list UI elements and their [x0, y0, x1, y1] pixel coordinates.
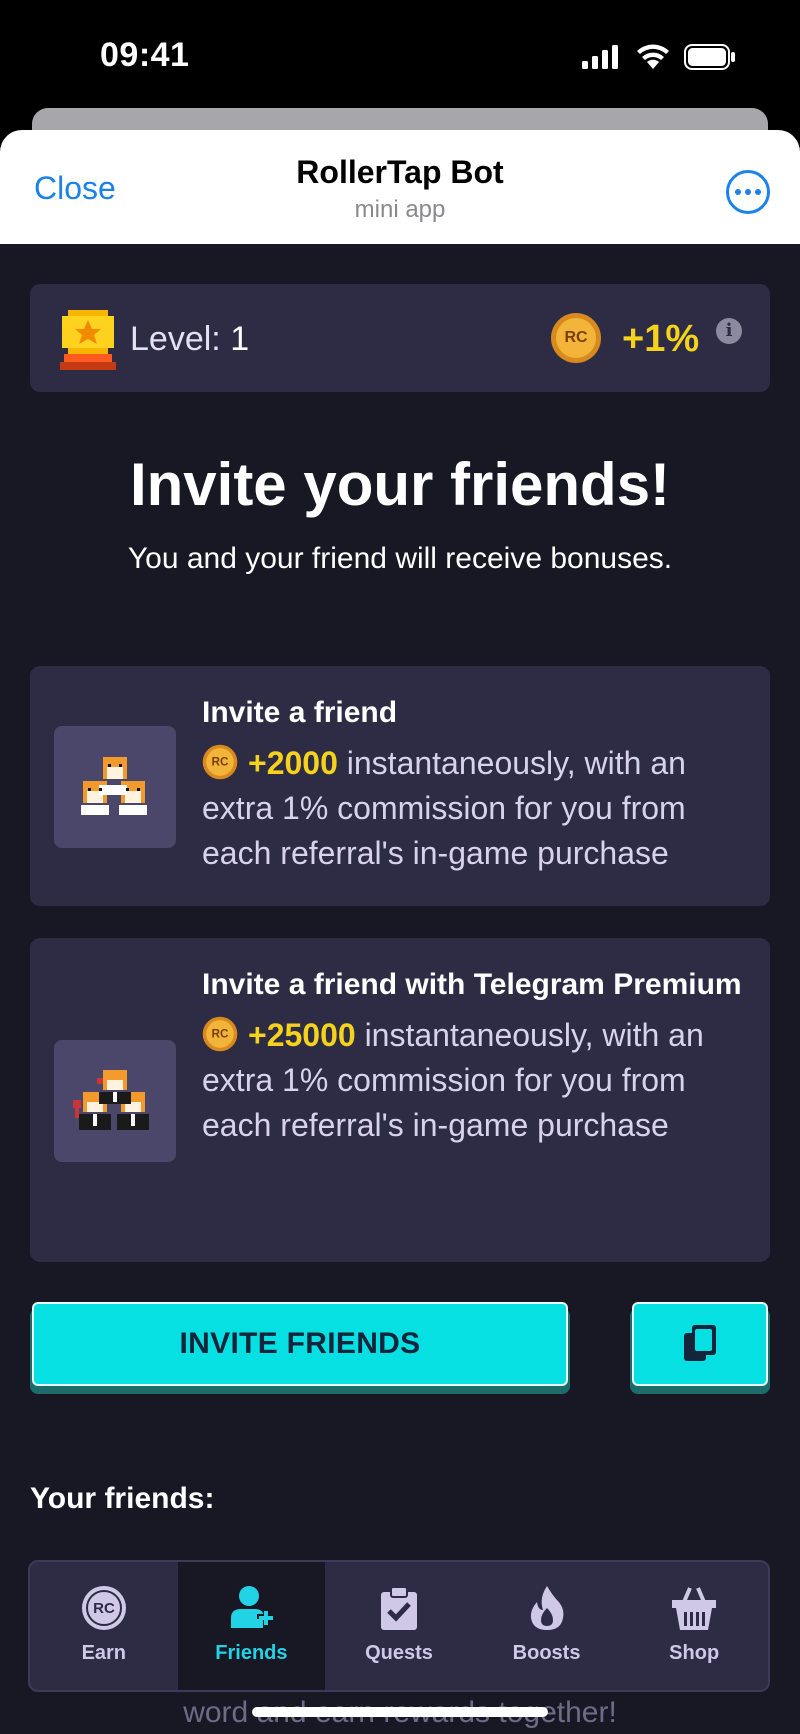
status-icons: [582, 44, 736, 70]
more-dot: [745, 189, 751, 195]
app-content: Level: 1 RC +1% i Invite your friends! Y…: [0, 244, 800, 1734]
basket-icon: [672, 1587, 717, 1630]
invite-premium-friend-card: Invite a friend with Telegram Premium RC…: [30, 938, 770, 1262]
more-dot: [735, 189, 741, 195]
bottom-tab-bar: RC Earn Friends Quests Boosts Shop: [28, 1560, 770, 1692]
page-subtitle: You and your friend will receive bonuses…: [127, 542, 673, 575]
rc-coin-icon: RC: [81, 1586, 126, 1630]
tab-shop[interactable]: Shop: [620, 1562, 768, 1690]
premium-hamster-trio-icon: [73, 1070, 149, 1130]
clipboard-check-icon: [380, 1586, 417, 1630]
page-title: Invite your friends!: [129, 451, 671, 518]
app-subtitle: mini app: [354, 196, 446, 223]
tab-label: Earn: [81, 1642, 127, 1664]
flame-icon: [530, 1586, 563, 1630]
premium-hamster-group-image: [54, 1040, 176, 1162]
tab-friends[interactable]: Friends: [177, 1562, 326, 1690]
level-indicator: Level: 1: [130, 320, 249, 359]
app-title: RollerTap Bot: [296, 154, 504, 190]
tab-earn[interactable]: RC Earn: [30, 1562, 178, 1690]
card-description: RC +25000 instantaneously, with an extra…: [202, 1013, 750, 1148]
home-indicator: [252, 1707, 548, 1717]
tab-label: Shop: [669, 1642, 720, 1664]
cellular-signal-icon: [582, 45, 618, 69]
status-bar: 09:41: [0, 0, 800, 110]
status-time: 09:41: [100, 36, 190, 74]
more-dot: [755, 189, 761, 195]
copy-icon: [684, 1325, 716, 1361]
mini-app-header: Close RollerTap Bot mini app: [0, 130, 800, 244]
reward-amount: +25000: [248, 1017, 356, 1053]
tab-label: Friends: [215, 1642, 288, 1664]
level-label: Level:: [130, 320, 221, 358]
svg-text:RC: RC: [93, 1600, 115, 1617]
hamster-trio-icon: [81, 757, 147, 815]
reward-amount: +2000: [248, 745, 338, 781]
rc-coin-icon: RC: [202, 1016, 238, 1052]
friends-list-heading: Your friends:: [30, 1482, 215, 1515]
invite-friends-button[interactable]: INVITE FRIENDS: [32, 1302, 568, 1386]
wifi-icon: [637, 44, 669, 69]
svg-text:RC: RC: [564, 329, 588, 346]
level-trophy-icon: [60, 310, 116, 370]
more-options-button[interactable]: [726, 170, 770, 214]
card-description: RC +2000 instantaneously, with an extra …: [202, 741, 750, 876]
level-bar: Level: 1 RC +1% i: [30, 284, 770, 392]
hamster-group-image: [54, 726, 176, 848]
card-title: Invite a friend: [202, 696, 398, 729]
svg-text:RC: RC: [212, 1027, 229, 1040]
tab-label: Boosts: [512, 1642, 581, 1664]
copy-link-button[interactable]: [632, 1302, 768, 1386]
rc-coin-icon: RC: [551, 313, 601, 363]
tab-boosts[interactable]: Boosts: [473, 1562, 621, 1690]
level-value: 1: [230, 320, 250, 358]
battery-icon: [684, 44, 735, 70]
tab-quests[interactable]: Quests: [325, 1562, 473, 1690]
add-friend-icon: [231, 1586, 276, 1628]
svg-text:RC: RC: [212, 755, 229, 768]
info-icon[interactable]: i: [716, 318, 742, 344]
rc-coin-icon: RC: [202, 744, 238, 780]
card-title: Invite a friend with Telegram Premium: [202, 968, 742, 1001]
invite-friend-card: Invite a friend RC +2000 instantaneously…: [30, 666, 770, 906]
tab-label: Quests: [365, 1642, 433, 1664]
level-bonus: +1%: [622, 318, 700, 360]
